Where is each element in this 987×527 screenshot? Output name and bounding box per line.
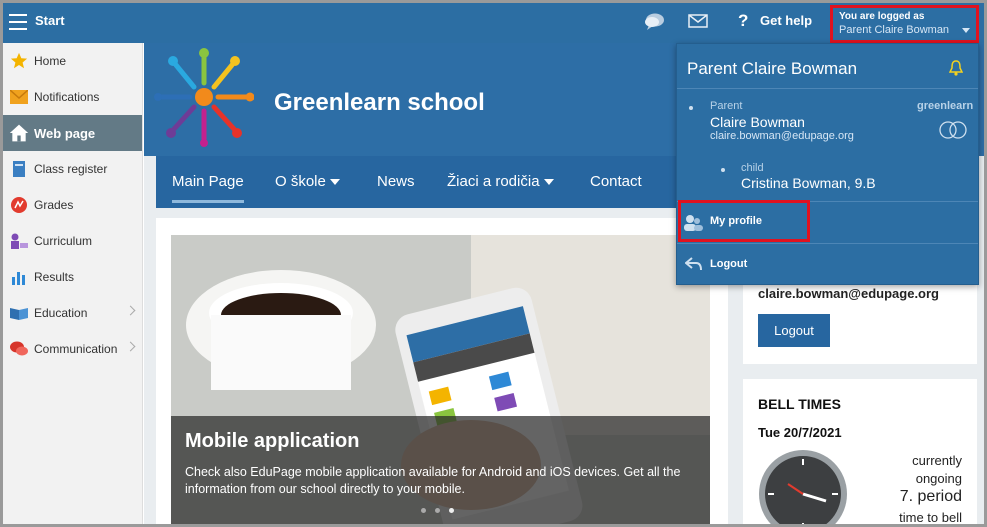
help-icon[interactable]: ? [738,11,748,31]
nav-label: Žiaci a rodičia [447,173,540,190]
mail-icon[interactable] [688,13,708,29]
bullet [689,106,693,110]
nav-main-page[interactable]: Main Page [172,173,244,203]
main-nav: Main Page O škole News Žiaci a rodičia C… [156,156,724,208]
slide-dot[interactable] [421,508,426,513]
slide-dots [421,500,463,518]
child-account-name[interactable]: Cristina Bowman, 9.B [741,175,876,191]
sidebar-item-class-register[interactable]: Class register [3,151,142,187]
top-bar: Start ? Get help You are logged as Paren… [3,3,984,43]
users-icon [684,215,703,231]
chevron-right-icon [125,305,136,316]
user-menu-button[interactable]: You are logged as Parent Claire Bowman [830,5,979,43]
child-role-label: child [741,162,764,174]
nav-o-skole[interactable]: O škole [275,173,340,190]
sidebar-item-grades[interactable]: Grades [3,187,142,223]
sidebar-item-label: Web page [34,125,96,141]
bar-chart-icon [9,267,29,287]
sidebar-item-label: Notifications [34,90,100,104]
logout-button[interactable]: Logout [758,314,830,347]
chat-icon[interactable] [643,11,665,33]
sidebar-item-label: Grades [34,198,74,212]
logout-arrow-icon [685,257,702,271]
nav-contact[interactable]: Contact [590,173,642,190]
caret-down-icon [329,179,340,186]
bell-icon[interactable] [949,60,963,76]
bell-currently: currently ongoing [912,452,962,488]
slide-title: Mobile application [185,430,360,452]
divider [677,88,978,89]
sidebar-item-home[interactable]: Home [3,43,142,79]
sidebar-item-notifications[interactable]: Notifications [3,79,142,115]
house-icon [9,123,29,143]
sidebar-item-web-page[interactable]: Web page [3,115,142,151]
sidebar-item-label: Home [34,54,67,68]
sidebar-item-education[interactable]: Education [3,295,142,331]
speech-bubbles-icon [9,339,29,359]
bullet [721,168,725,172]
bell-times-title: BELL TIMES [758,396,841,412]
envelope-icon [9,87,29,107]
menu-icon[interactable] [9,14,27,30]
logged-user-name: Parent Claire Bowman [839,24,950,36]
sidebar-item-label: Class register [34,162,108,176]
role-label: Parent [710,100,743,112]
bell-ongoing-line: ongoing [915,471,962,486]
bell-times-card: BELL TIMES Tue 20/7/2021 currently ongoin… [743,379,977,524]
bell-date: Tue 20/7/2021 [758,425,842,440]
account-email: claire.bowman@edupage.org [710,130,854,142]
school-logo-icon[interactable] [154,47,254,147]
bell-time-to-bell: time to bell [899,510,962,524]
clock-icon [759,450,847,524]
dropdown-logout-link[interactable]: Logout [710,258,747,270]
start-button[interactable]: Start [35,13,65,28]
school-tag: greenlearn [917,100,974,112]
chevron-right-icon [125,341,136,352]
divider [677,243,978,244]
sidebar-item-communication[interactable]: Communication [3,331,142,367]
chevron-down-icon [962,28,970,33]
sidebar-item-label: Results [34,270,75,284]
login-email: claire.bowman@edupage.org [758,286,939,301]
user-dropdown-menu: Parent Claire Bowman Parent Claire Bowma… [676,43,979,285]
book-icon [9,159,29,179]
open-book-icon [9,303,29,323]
sidebar-item-results[interactable]: Results [3,259,142,295]
sidebar-item-curriculum[interactable]: Curriculum [3,223,142,259]
grades-icon [9,195,29,215]
my-profile-link[interactable]: My profile [710,215,762,227]
logged-as-label: You are logged as [839,11,925,22]
app-window: Start ? Get help You are logged as Paren… [3,3,984,524]
sidebar: Home Notifications Web page Class regist… [3,43,143,524]
get-help-link[interactable]: Get help [760,13,812,28]
slide-dot[interactable] [435,508,440,513]
bell-currently-line: currently [912,453,962,468]
news-slider-card: Mobile application Check also EduPage mo… [156,218,728,524]
teacher-icon [9,231,29,251]
dropdown-user-name: Parent Claire Bowman [687,59,858,78]
sidebar-item-label: Curriculum [34,234,93,248]
sidebar-item-label: Education [34,306,88,320]
family-icon [939,121,967,139]
nav-news[interactable]: News [377,173,415,190]
sidebar-item-label: Communication [34,342,118,356]
nav-ziaci-a-rodicia[interactable]: Žiaci a rodičia [447,173,554,190]
school-name: Greenlearn school [274,89,485,116]
account-person[interactable]: Claire Bowman [710,114,805,130]
slide-text: Check also EduPage mobile application av… [185,465,681,496]
slide-dot-active[interactable] [449,508,454,513]
star-icon [9,51,29,71]
caret-down-icon [543,179,554,186]
nav-label: O škole [275,173,326,190]
bell-period: 7. period [899,488,962,505]
slide-image[interactable]: Mobile application Check also EduPage mo… [171,235,710,524]
